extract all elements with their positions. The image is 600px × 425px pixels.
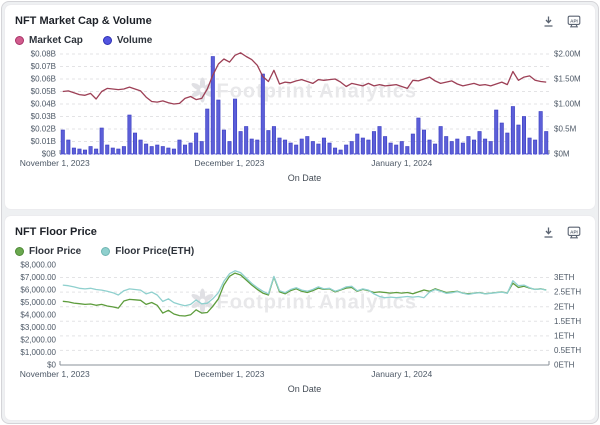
svg-text:$7,000.00: $7,000.00 (20, 273, 56, 282)
svg-text:API: API (570, 229, 578, 234)
svg-text:$0.08B: $0.08B (31, 50, 56, 59)
svg-text:$2,000.00: $2,000.00 (20, 336, 56, 345)
svg-text:$3,000.00: $3,000.00 (20, 323, 56, 332)
svg-text:December 1, 2023: December 1, 2023 (195, 158, 265, 168)
legend: Market Cap Volume (15, 35, 589, 46)
svg-text:$1.50M: $1.50M (554, 75, 581, 84)
svg-text:$0.03B: $0.03B (31, 112, 56, 121)
card-header: NFT Market Cap & Volume API (15, 14, 589, 28)
svg-text:On Date: On Date (288, 384, 322, 394)
chart-title: NFT Floor Price (15, 225, 97, 239)
svg-text:1.5ETH: 1.5ETH (554, 317, 581, 326)
legend-dot-floor-price (15, 247, 24, 256)
chart-toolbar: API (542, 226, 581, 239)
download-icon[interactable] (542, 15, 555, 28)
svg-text:$8,000.00: $8,000.00 (20, 261, 56, 270)
floor-price-card: NFT Floor Price API Floor Price Floor Pr… (4, 215, 596, 421)
svg-text:$2.00M: $2.00M (554, 50, 581, 59)
svg-text:API: API (570, 18, 578, 23)
legend-dot-volume (103, 36, 112, 45)
svg-text:$5,000.00: $5,000.00 (20, 298, 56, 307)
svg-text:0ETH: 0ETH (554, 361, 575, 370)
legend-label: Volume (117, 35, 152, 46)
svg-text:$0.5M: $0.5M (554, 125, 577, 134)
svg-text:$0.01B: $0.01B (31, 137, 56, 146)
dashboard-page: NFT Market Cap & Volume API Market Cap V… (1, 1, 599, 424)
svg-text:$0M: $0M (554, 150, 570, 159)
card-header: NFT Floor Price API (15, 225, 589, 239)
svg-text:December 1, 2023: December 1, 2023 (195, 369, 265, 379)
legend-item-market-cap[interactable]: Market Cap (15, 35, 83, 46)
svg-text:January 1, 2024: January 1, 2024 (371, 369, 432, 379)
legend-label: Floor Price (29, 246, 81, 257)
svg-text:2.5ETH: 2.5ETH (554, 288, 581, 297)
chart-toolbar: API (542, 15, 581, 28)
api-icon[interactable]: API (567, 226, 581, 239)
svg-text:Footprint Analytics: Footprint Analytics (217, 81, 417, 103)
svg-text:2ETH: 2ETH (554, 302, 575, 311)
svg-text:$0.06B: $0.06B (31, 75, 56, 84)
svg-text:$0.04B: $0.04B (31, 100, 56, 109)
svg-text:$0.05B: $0.05B (31, 87, 56, 96)
legend-dot-floor-price-eth (101, 247, 110, 256)
legend-item-floor-price[interactable]: Floor Price (15, 246, 81, 257)
svg-text:$6,000.00: $6,000.00 (20, 286, 56, 295)
market-cap-volume-chart[interactable]: Footprint Analytics $0.08B $0.07B $0.06B $0.… (15, 46, 597, 194)
svg-text:January 1, 2024: January 1, 2024 (371, 158, 432, 168)
svg-text:$0.07B: $0.07B (31, 62, 56, 71)
svg-text:$1.00M: $1.00M (554, 100, 581, 109)
svg-text:Footprint Analytics: Footprint Analytics (217, 292, 417, 314)
legend-label: Floor Price(ETH) (115, 246, 194, 257)
market-cap-volume-card: NFT Market Cap & Volume API Market Cap V… (4, 4, 596, 210)
svg-text:3ETH: 3ETH (554, 273, 575, 282)
legend-item-floor-price-eth[interactable]: Floor Price(ETH) (101, 246, 194, 257)
svg-text:$4,000.00: $4,000.00 (20, 311, 56, 320)
chart-title: NFT Market Cap & Volume (15, 14, 152, 28)
svg-text:November 1, 2023: November 1, 2023 (20, 369, 90, 379)
footprint-watermark: Footprint Analytics (190, 78, 417, 103)
legend-label: Market Cap (29, 35, 83, 46)
svg-text:1ETH: 1ETH (554, 331, 575, 340)
svg-text:0.5ETH: 0.5ETH (554, 346, 581, 355)
svg-text:$1,000.00: $1,000.00 (20, 348, 56, 357)
legend-item-volume[interactable]: Volume (103, 35, 152, 46)
svg-text:$0.02B: $0.02B (31, 125, 56, 134)
legend-dot-market-cap (15, 36, 24, 45)
download-icon[interactable] (542, 226, 555, 239)
svg-text:On Date: On Date (288, 173, 322, 183)
legend: Floor Price Floor Price(ETH) (15, 246, 589, 257)
svg-text:November 1, 2023: November 1, 2023 (20, 158, 90, 168)
floor-price-chart[interactable]: Footprint Analytics $8,000.00 $7,000.00 $6,… (15, 257, 597, 405)
api-icon[interactable]: API (567, 15, 581, 28)
